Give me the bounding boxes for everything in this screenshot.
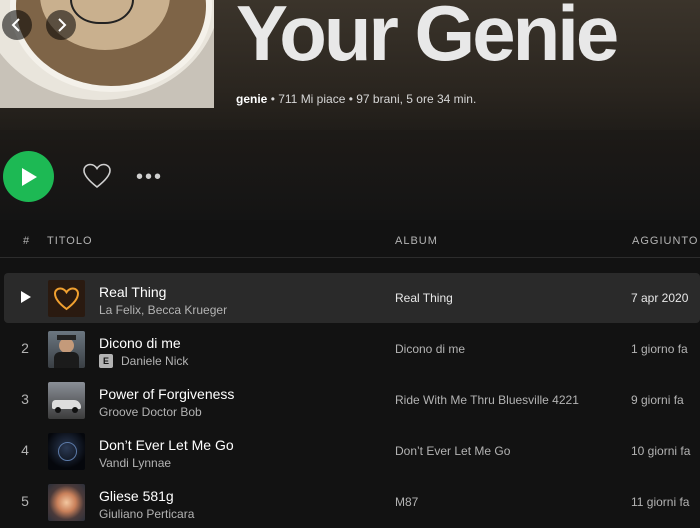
track-number: 2 [21,340,29,356]
track-row[interactable]: 4 Don’t Ever Let Me Go Vandi Lynnae Don’… [4,426,700,476]
track-number: 3 [21,391,29,407]
explicit-badge: E [99,354,113,368]
back-button[interactable] [2,10,32,40]
track-title[interactable]: Dicono di me [99,335,181,351]
playlist-stats: • 711 Mi piace • 97 brani, 5 ore 34 min. [270,92,477,106]
column-header-added[interactable]: AGGIUNTO [632,235,698,247]
page-title: Your Genie [236,0,619,77]
track-artist[interactable]: Giuliano Perticara [99,507,194,521]
chevron-left-icon [11,18,20,32]
playlist-header: Your Genie genie • 711 Mi piace • 97 bra… [0,0,700,130]
track-date-added: 11 giorni fa [631,495,690,509]
heart-icon[interactable] [83,163,111,189]
playlist-cover-image [0,0,214,108]
chevron-right-icon [58,18,67,32]
forward-button[interactable] [46,10,76,40]
track-row[interactable]: 2 Dicono di me E Daniele Nick Dicono di m… [4,324,700,374]
track-album[interactable]: Real Thing [395,291,453,305]
track-date-added: 9 giorni fa [631,393,684,407]
track-number: 5 [21,493,29,509]
track-artist[interactable]: Groove Doctor Bob [99,405,202,419]
track-artist-line: E Daniele Nick [99,354,188,368]
action-bar: ••• [0,130,700,220]
track-artist[interactable]: La Felix, Becca Krueger [99,303,227,317]
track-date-added: 7 apr 2020 [631,291,689,305]
track-row[interactable]: 5 Gliese 581g Giuliano Perticara M87 11 … [4,477,700,527]
header-divider [0,257,700,258]
column-header-album[interactable]: ALBUM [395,235,438,247]
track-artist[interactable]: Vandi Lynnae [99,456,171,470]
track-title[interactable]: Power of Forgiveness [99,386,234,402]
album-art [48,433,85,470]
track-row[interactable]: Real Thing La Felix, Becca Krueger Real … [4,273,700,323]
track-album[interactable]: M87 [395,495,418,509]
row-play-icon[interactable] [20,290,32,304]
more-options-button[interactable]: ••• [136,166,163,189]
album-art [48,280,85,317]
track-title[interactable]: Gliese 581g [99,488,174,504]
track-date-added: 1 giorno fa [631,342,688,356]
track-album[interactable]: Ride With Me Thru Bluesville 4221 [395,393,579,407]
track-album[interactable]: Don’t Ever Let Me Go [395,444,510,458]
track-album[interactable]: Dicono di me [395,342,465,356]
album-art [48,331,85,368]
playlist-owner-link[interactable]: genie [236,92,267,106]
track-title[interactable]: Don’t Ever Let Me Go [99,437,234,453]
track-row[interactable]: 3 Power of Forgiveness Groove Doctor Bob… [4,375,700,425]
play-icon [21,167,37,186]
album-art [48,484,85,521]
track-number: 4 [21,442,29,458]
track-artist[interactable]: Daniele Nick [121,354,188,368]
track-date-added: 10 giorni fa [631,444,691,458]
playlist-meta: genie • 711 Mi piace • 97 brani, 5 ore 3… [236,92,476,106]
play-button[interactable] [3,151,54,202]
column-header-num: # [23,235,31,247]
column-header-title[interactable]: TITOLO [47,235,93,247]
album-art [48,382,85,419]
track-title[interactable]: Real Thing [99,284,166,300]
